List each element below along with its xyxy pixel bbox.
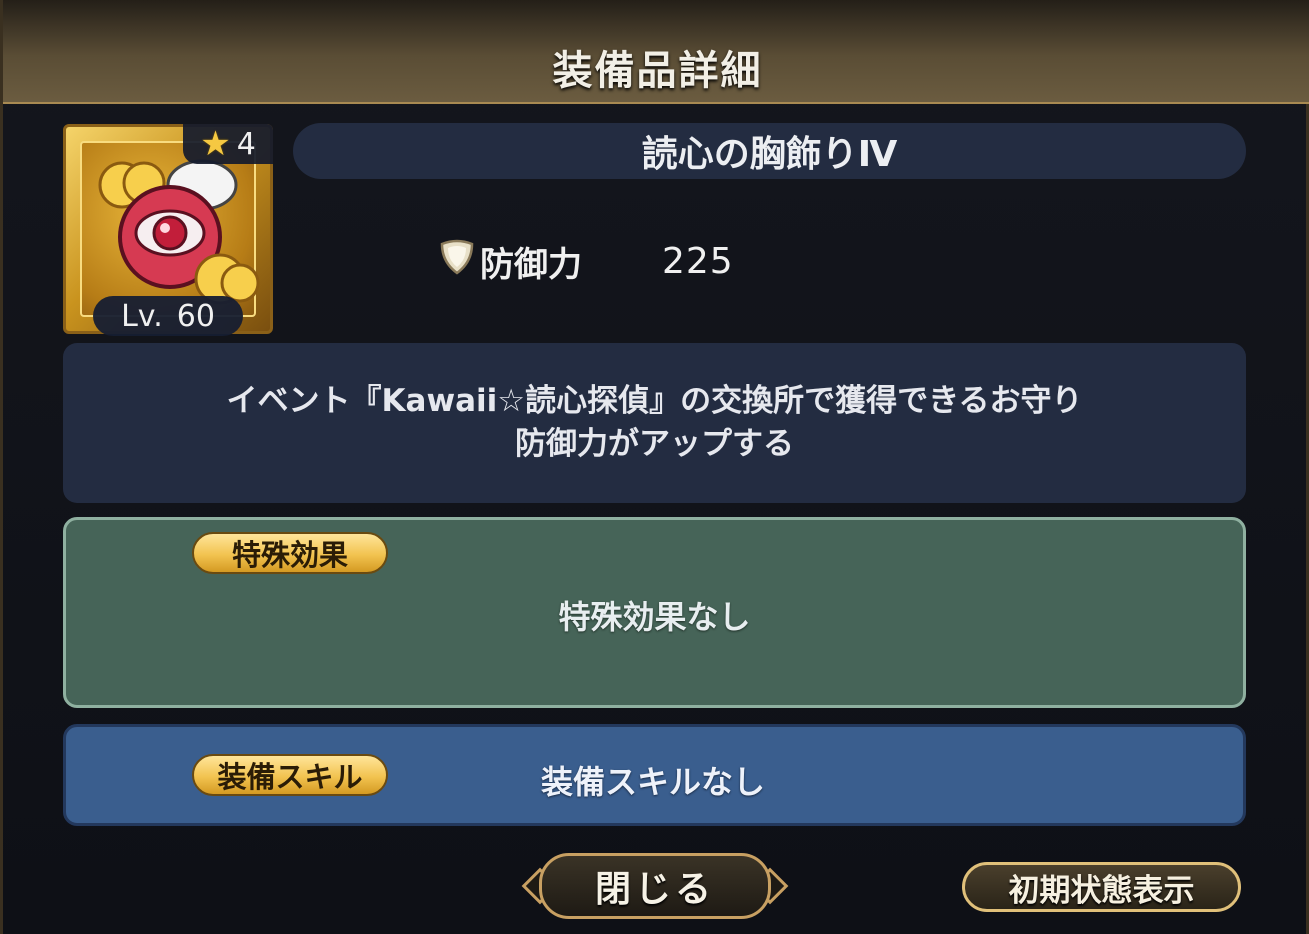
dialog-header: 装備品詳細 [3,0,1309,104]
reset-view-button-label: 初期状態表示 [1008,872,1195,909]
special-effect-label: 特殊効果 [231,538,348,572]
equip-skill-tag: 装備スキル [192,754,388,796]
rarity-value: 4 [236,126,256,162]
reset-view-button[interactable]: 初期状態表示 [962,862,1241,912]
special-effect-text: 特殊効果なし [558,598,751,636]
star-icon: ★ [200,124,231,164]
dialog-title: 装備品詳細 [552,48,763,94]
defense-stat: 防御力 225 [438,238,734,285]
description-line-1: イベント『Kawaii☆読心探偵』の交換所で獲得できるお守り [226,383,1083,419]
special-effect-tag: 特殊効果 [192,532,388,574]
item-name: 読心の胸飾りⅣ [641,134,898,175]
defense-label: 防御力 [480,244,582,285]
equip-skill-panel: 装備スキル 装備スキルなし [63,724,1246,826]
equipment-detail-dialog: 装備品詳細 ★ 4 Lv. 60 読心の胸飾りⅣ 防御力 225 イベント『Ka… [0,0,1309,934]
special-effect-panel: 特殊効果 特殊効果なし [63,517,1246,708]
description-panel: イベント『Kawaii☆読心探偵』の交換所で獲得できるお守り 防御力がアップする [63,343,1246,503]
shield-icon [438,238,476,285]
equip-skill-label: 装備スキル [217,760,363,794]
level-value: 60 [176,298,215,334]
description-line-2: 防御力がアップする [515,426,794,462]
level-prefix: Lv. [121,298,163,334]
equip-skill-text: 装備スキルなし [541,763,766,801]
rarity-badge: ★ 4 [183,124,273,164]
item-name-bar: 読心の胸飾りⅣ [293,123,1246,179]
close-button[interactable]: 閉じる [539,853,771,919]
defense-value: 225 [662,240,734,282]
close-button-label: 閉じる [594,869,715,910]
level-badge: Lv. 60 [93,296,243,336]
